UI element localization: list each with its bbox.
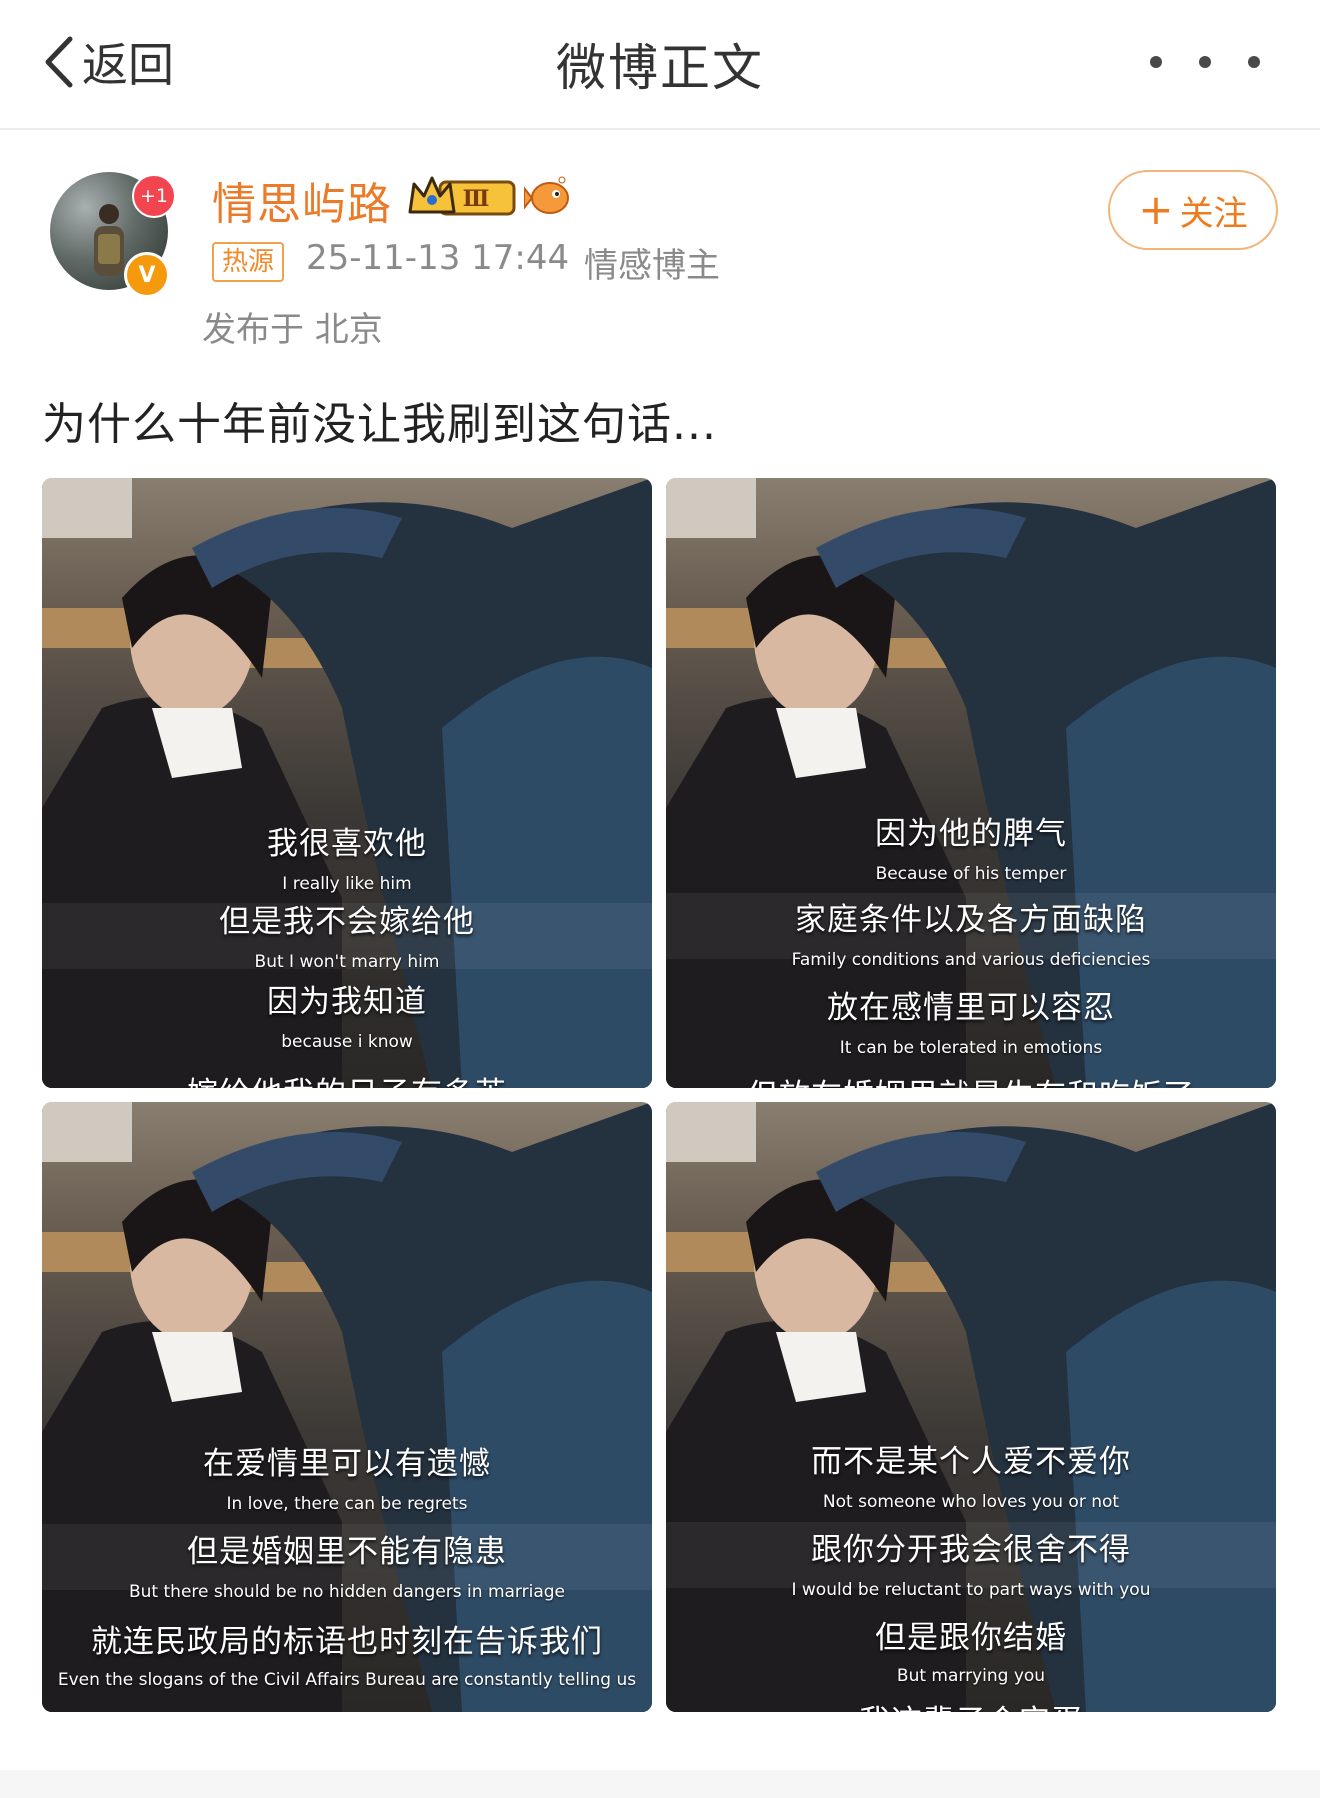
caption-en: I really like him — [282, 874, 412, 894]
caption-cn: 因为我知道 — [267, 984, 427, 1020]
caption-en: In love, there can be regrets — [226, 1494, 468, 1514]
top-bar: 返回 微博正文 — [0, 0, 1320, 130]
post-location: 发布于 北京 — [202, 310, 383, 350]
more-options-button[interactable] — [1150, 44, 1260, 80]
dot-icon — [1248, 56, 1260, 68]
caption-cn: 在爱情里可以有遗憾 — [203, 1446, 491, 1482]
caption-en: But there should be no hidden dangers in… — [129, 1582, 565, 1602]
caption-en: Not someone who loves you or not — [822, 1492, 1120, 1512]
caption-en: Because of his temper — [875, 864, 1067, 884]
caption-cn: 嫁给他我的日子有多苦 — [42, 1068, 652, 1088]
post-image-3[interactable]: 在爱情里可以有遗憾 In love, there can be regrets … — [42, 1102, 652, 1712]
author-name[interactable]: 情思屿路 — [212, 168, 392, 232]
bottom-toolbar-edge — [0, 1770, 1320, 1798]
caption-cn: 我很喜欢他 — [267, 826, 427, 862]
caption-en: I would be reluctant to part ways with y… — [791, 1580, 1151, 1600]
caption-en: because i know — [281, 1032, 413, 1052]
follow-label: 关注 — [1179, 193, 1248, 234]
caption-cn: 因为他的脾气 — [875, 816, 1067, 852]
plus-icon: + — [1138, 185, 1174, 234]
hot-source-tag: 热源 — [212, 242, 285, 282]
post-text: 为什么十年前没让我刷到这句话... — [42, 399, 717, 450]
post-image-2[interactable]: 因为他的脾气 Because of his temper 家庭条件以及各方面缺陷… — [666, 478, 1276, 1088]
caption-en: Family conditions and various deficienci… — [791, 950, 1151, 970]
verified-icon: V — [124, 252, 170, 298]
caption-cn: 但是婚姻里不能有隐患 — [187, 1534, 507, 1570]
follow-button[interactable]: + 关注 — [1108, 170, 1278, 250]
post-time: 25-11-13 17:44 — [306, 238, 570, 278]
caption-cn: 但是跟你结婚 — [875, 1620, 1067, 1656]
caption-cn: 家庭条件以及各方面缺陷 — [795, 902, 1147, 938]
dot-icon — [1199, 56, 1211, 68]
caption-cn: 就连民政局的标语也时刻在告诉我们 — [91, 1624, 603, 1660]
dot-icon — [1150, 56, 1162, 68]
fish-icon — [524, 176, 569, 214]
caption-en: But marrying you — [896, 1666, 1046, 1686]
post-image-4[interactable]: 而不是某个人爱不爱你 Not someone who loves you or … — [666, 1102, 1276, 1712]
caption-cn: 但放在婚姻里就是生存和吃饭了 — [666, 1070, 1276, 1088]
caption-cn: 放在感情里可以容忍 — [827, 990, 1115, 1026]
level-badge-text: Ⅲ — [463, 186, 490, 212]
caption-cn: 而不是某个人爱不爱你 — [811, 1444, 1131, 1480]
page-title: 微博正文 — [556, 39, 764, 97]
avatar-notification-badge: +1 — [132, 174, 176, 218]
caption-en: It can be tolerated in emotions — [839, 1038, 1103, 1058]
caption-en: But I won't marry him — [254, 952, 440, 972]
caption-en: Even the slogans of the Civil Affairs Bu… — [57, 1670, 637, 1690]
crown-level-icon: Ⅲ — [408, 176, 516, 216]
author-role: 情感博主 — [584, 246, 720, 286]
caption-cn: 跟你分开我会很舍不得 — [811, 1532, 1131, 1568]
caption-cn: 我这辈子会完蛋 — [666, 1696, 1276, 1712]
post-image-1[interactable]: 我很喜欢他 I really like him 但是我不会嫁给他 But I w… — [42, 478, 652, 1088]
caption-cn: 但是我不会嫁给他 — [219, 904, 475, 940]
